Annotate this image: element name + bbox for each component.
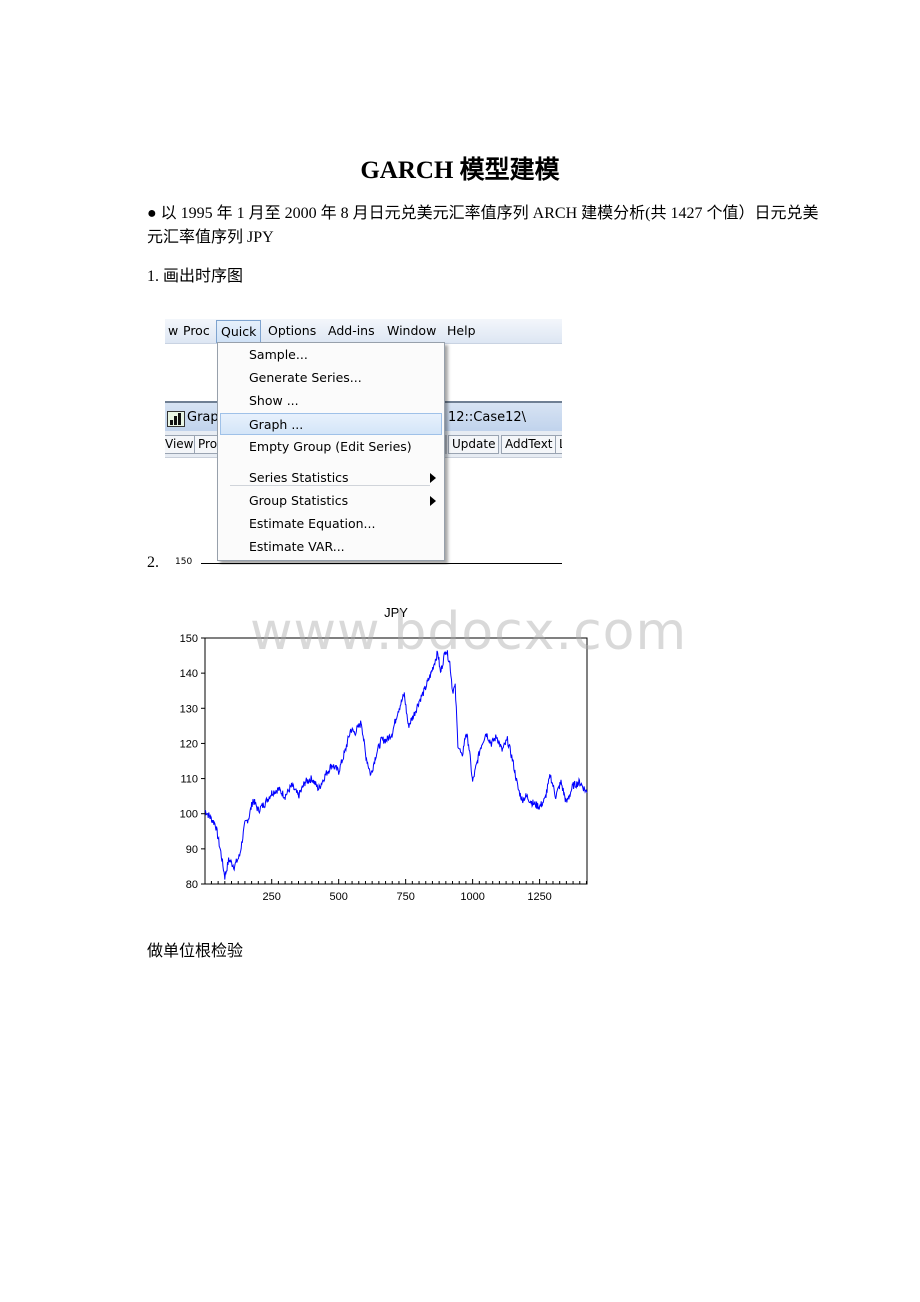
- menu-item-label: Estimate Equation...: [249, 516, 376, 531]
- menu-proc[interactable]: Proc: [183, 323, 210, 338]
- menu-item-label: Estimate VAR...: [249, 539, 345, 554]
- window-title-right: 12::Case12\: [448, 410, 527, 425]
- menu-item-label: Graph ...: [249, 417, 304, 432]
- y-axis: 80 90 100 110 120 130 140 150: [180, 633, 205, 891]
- clipped-axis-line: [201, 563, 562, 564]
- menu-item-generate-series[interactable]: Generate Series...: [220, 367, 442, 389]
- y-tick-label: 100: [180, 809, 198, 821]
- menu-item-label: Show ...: [249, 393, 299, 408]
- intro-paragraph: ● 以 1995 年 1 月至 2000 年 8 月日元兑美元汇率值序列 ARC…: [147, 205, 819, 246]
- x-tick-label: 750: [396, 891, 414, 903]
- x-tick-label: 500: [329, 891, 347, 903]
- graph-icon: [167, 411, 185, 427]
- x-tick-label: 1250: [527, 891, 551, 903]
- y-tick-label: 150: [180, 633, 198, 645]
- menubar: w Proc Quick Options Add-ins Window Help: [165, 319, 562, 344]
- plot-frame: [204, 637, 588, 885]
- l-button[interactable]: L: [555, 435, 562, 454]
- menu-item-sample[interactable]: Sample...: [220, 344, 442, 366]
- menu-item-empty-group[interactable]: Empty Group (Edit Series): [220, 436, 442, 458]
- y-tick-label: 130: [180, 703, 198, 715]
- menu-help[interactable]: Help: [447, 323, 476, 338]
- submenu-arrow-icon: [430, 496, 436, 506]
- menu-item-graph[interactable]: Graph ...: [220, 413, 442, 435]
- series-group: [204, 650, 588, 880]
- menu-item-label: Empty Group (Edit Series): [249, 439, 412, 454]
- menu-quick[interactable]: Quick: [216, 320, 262, 343]
- view-button[interactable]: View: [165, 435, 198, 454]
- watermark: www.bdocx.com: [250, 602, 688, 662]
- step-1-heading: 1. 画出时序图: [147, 268, 244, 285]
- menu-item-label: Generate Series...: [249, 370, 362, 385]
- y-tick-label: 140: [180, 668, 198, 680]
- menu-item-label: Sample...: [249, 347, 308, 362]
- menu-options[interactable]: Options: [268, 323, 316, 338]
- menu-window[interactable]: Window: [387, 323, 436, 338]
- y-tick-label: 90: [186, 844, 198, 856]
- menu-item-show[interactable]: Show ...: [220, 390, 442, 412]
- menu-item-estimate-equation[interactable]: Estimate Equation...: [220, 513, 442, 535]
- y-tick-label: 110: [180, 774, 198, 786]
- step-3-heading: 做单位根检验: [147, 943, 244, 960]
- window-title-left: Grap: [187, 410, 219, 425]
- menu-view[interactable]: w: [168, 323, 178, 338]
- page-title: GARCH 模型建模: [360, 157, 560, 184]
- addtext-button[interactable]: AddText: [501, 435, 557, 454]
- submenu-arrow-icon: [430, 473, 436, 483]
- menu-item-estimate-var[interactable]: Estimate VAR...: [220, 536, 442, 558]
- x-tick-label: 1000: [460, 891, 484, 903]
- update-button[interactable]: Update: [448, 435, 500, 454]
- series-line-jpy: [204, 650, 588, 880]
- toolbar-separator: [445, 435, 447, 454]
- x-tick-label: 250: [263, 891, 281, 903]
- menu-item-series-statistics[interactable]: Series Statistics: [220, 467, 442, 489]
- menu-item-label: Series Statistics: [249, 470, 349, 485]
- eviews-menu-screenshot: w Proc Quick Options Add-ins Window Help…: [165, 319, 562, 565]
- clipped-axis-label: 150: [175, 557, 193, 565]
- quick-dropdown-menu: Sample... Generate Series... Show ... Gr…: [217, 342, 445, 561]
- y-tick-label: 80: [186, 879, 198, 891]
- y-tick-label: 120: [180, 738, 198, 750]
- step-2-heading: 2.: [147, 554, 159, 571]
- x-axis: 250 500 750 1000 1250: [210, 879, 587, 903]
- menu-item-group-statistics[interactable]: Group Statistics: [220, 490, 442, 512]
- menu-item-label: Group Statistics: [249, 493, 349, 508]
- menu-add-ins[interactable]: Add-ins: [328, 323, 375, 338]
